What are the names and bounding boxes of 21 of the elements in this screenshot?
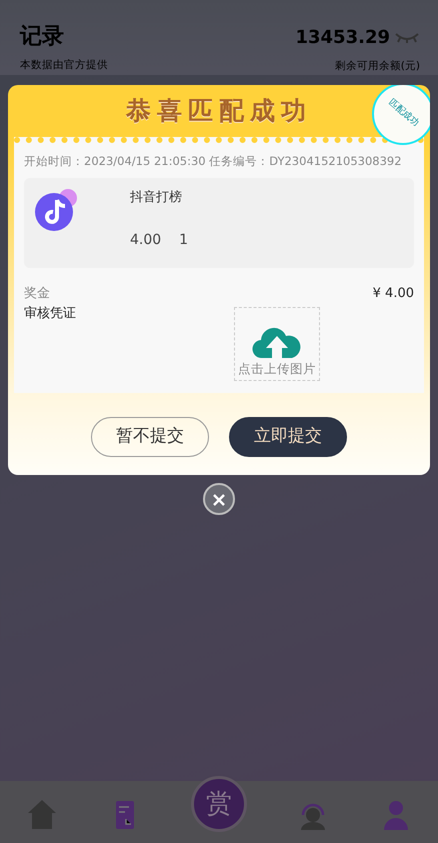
upload-label: 点击上传图片 [238,360,316,378]
music-note-icon [32,188,78,232]
cloud-upload-icon [252,326,302,360]
page-title: 记录 [20,24,65,50]
eye-closed-icon[interactable] [394,32,420,44]
task-price: 4.00 [130,230,162,250]
close-button[interactable] [203,483,235,515]
task-meta: 开始时间：2023/04/15 21:05:30 任务编号：DY2304152105308392 [24,152,403,170]
stamp-text: 匹配成功 [385,97,422,130]
reward-label: 奖金 [24,285,50,303]
balance-label: 剩余可用余额(元) [334,59,420,74]
page-subtitle: 本数据由官方提供 [20,58,108,74]
close-icon [212,492,226,507]
submit-button[interactable]: 暂不提交 [91,417,209,457]
reward-amount: ¥ 4.00 [372,285,414,303]
task-name: 抖音打榜 [130,189,183,207]
task-quantity: 1 [179,230,188,250]
banner-title: 恭喜匹配成功 [126,95,312,127]
balance-amount: 13453.29 [295,26,390,50]
submit-button[interactable]: 立即提交 [229,417,347,457]
proof-label: 审核凭证 [24,304,77,322]
